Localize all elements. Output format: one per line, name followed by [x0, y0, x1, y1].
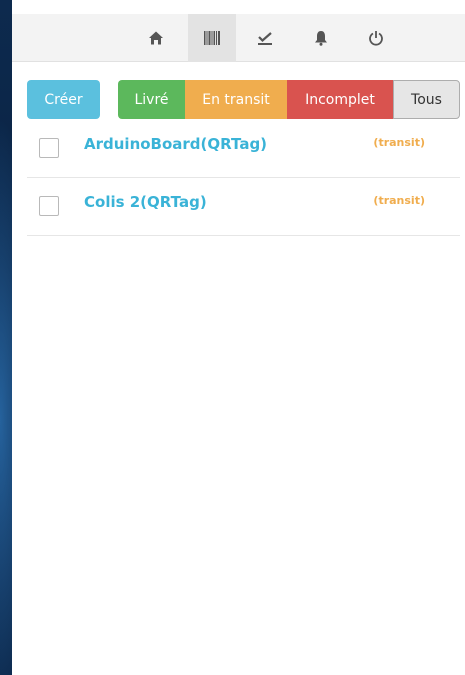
filter-in-transit-button[interactable]: En transit [185, 80, 287, 119]
list-item[interactable]: Colis 2(QRTag) (transit) [27, 178, 460, 236]
list-item[interactable]: ArduinoBoard(QRTag) (transit) [27, 120, 460, 178]
item-checkbox[interactable] [39, 196, 59, 216]
create-button[interactable]: Créer [27, 80, 100, 119]
power-icon [368, 30, 384, 46]
nav-home[interactable] [132, 14, 180, 62]
filter-incomplete-button[interactable]: Incomplet [287, 80, 393, 119]
item-name-link[interactable]: Colis 2(QRTag) [84, 193, 207, 211]
item-name-link[interactable]: ArduinoBoard(QRTag) [84, 135, 267, 153]
checkmark-icon [257, 30, 273, 46]
item-status: (transit) [373, 136, 425, 149]
filter-delivered-button[interactable]: Livré [118, 80, 185, 119]
item-checkbox[interactable] [39, 138, 59, 158]
nav-bell[interactable] [297, 14, 345, 62]
home-icon [148, 30, 164, 46]
filter-all-button[interactable]: Tous [393, 80, 460, 119]
nav-checkmark[interactable] [241, 14, 289, 62]
nav-barcode[interactable] [188, 14, 236, 62]
nav-power[interactable] [352, 14, 400, 62]
item-status: (transit) [373, 194, 425, 207]
barcode-icon [203, 30, 221, 46]
bell-icon [314, 30, 328, 46]
nav-bar [12, 14, 465, 62]
